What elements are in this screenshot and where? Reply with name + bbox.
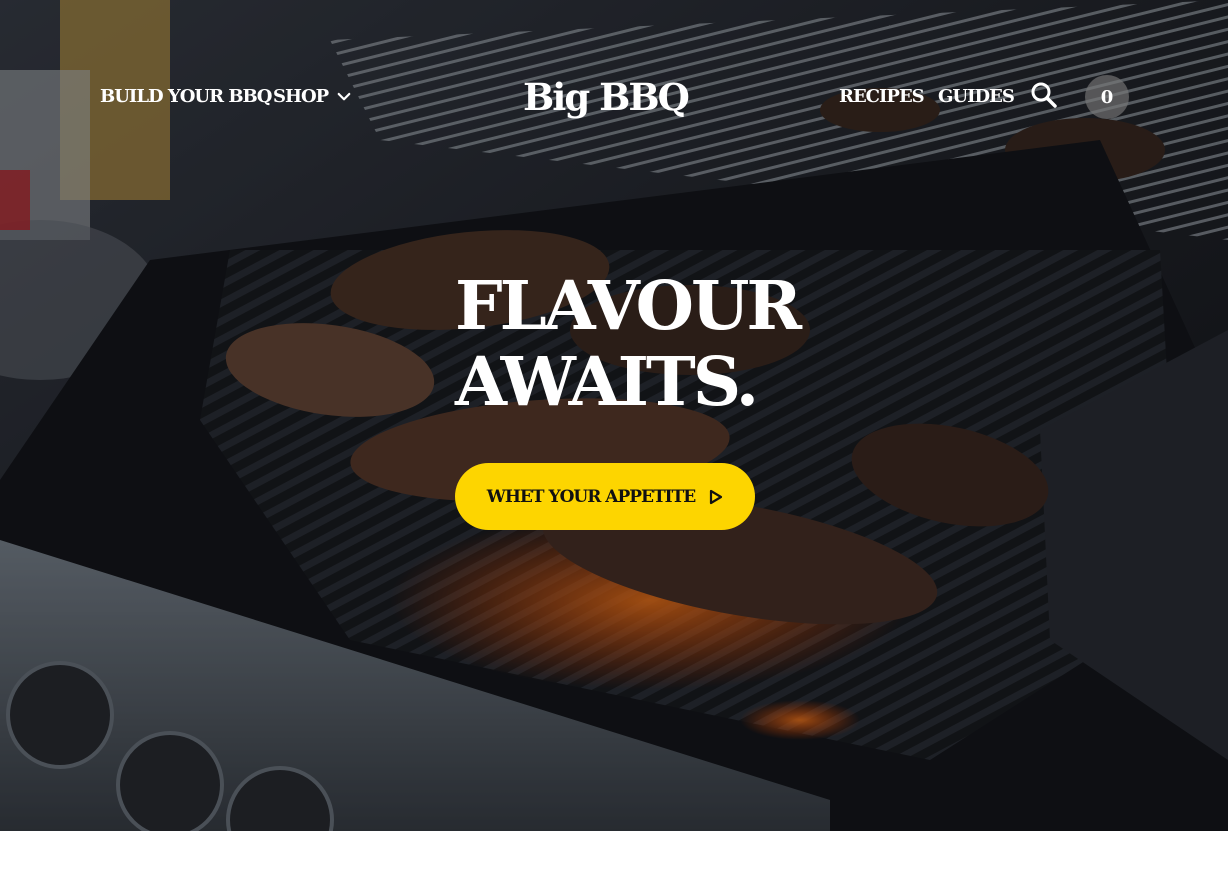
nav-build-your-bbq[interactable]: BUILD YOUR BBQ xyxy=(100,86,272,108)
nav-shop-dropdown[interactable]: SHOP xyxy=(273,86,353,108)
hero-headline-line2: AWAITS. xyxy=(455,342,759,421)
page-below-hero xyxy=(0,831,1228,875)
main-nav: BUILD YOUR BBQ SHOP Big BBQ RECIPES GUID… xyxy=(0,0,1228,195)
cta-label: WHET YOUR APPETITE xyxy=(486,486,696,507)
cart-count: 0 xyxy=(1100,86,1114,108)
nav-shop-label: SHOP xyxy=(273,86,329,107)
play-icon xyxy=(710,489,723,504)
search-button[interactable] xyxy=(1030,81,1058,109)
site-logo[interactable]: Big BBQ xyxy=(523,73,690,121)
chevron-down-icon xyxy=(337,92,351,101)
whet-your-appetite-button[interactable]: WHET YOUR APPETITE xyxy=(455,463,755,530)
hero-headline-line1: FLAVOUR xyxy=(455,266,802,345)
hero-section: BUILD YOUR BBQ SHOP Big BBQ RECIPES GUID… xyxy=(0,0,1228,831)
nav-guides[interactable]: GUIDES xyxy=(938,86,1015,108)
nav-recipes[interactable]: RECIPES xyxy=(839,86,925,108)
hero-headline: FLAVOUR AWAITS. xyxy=(455,268,875,420)
search-icon xyxy=(1031,82,1057,108)
cart-button[interactable]: 0 xyxy=(1085,75,1129,119)
